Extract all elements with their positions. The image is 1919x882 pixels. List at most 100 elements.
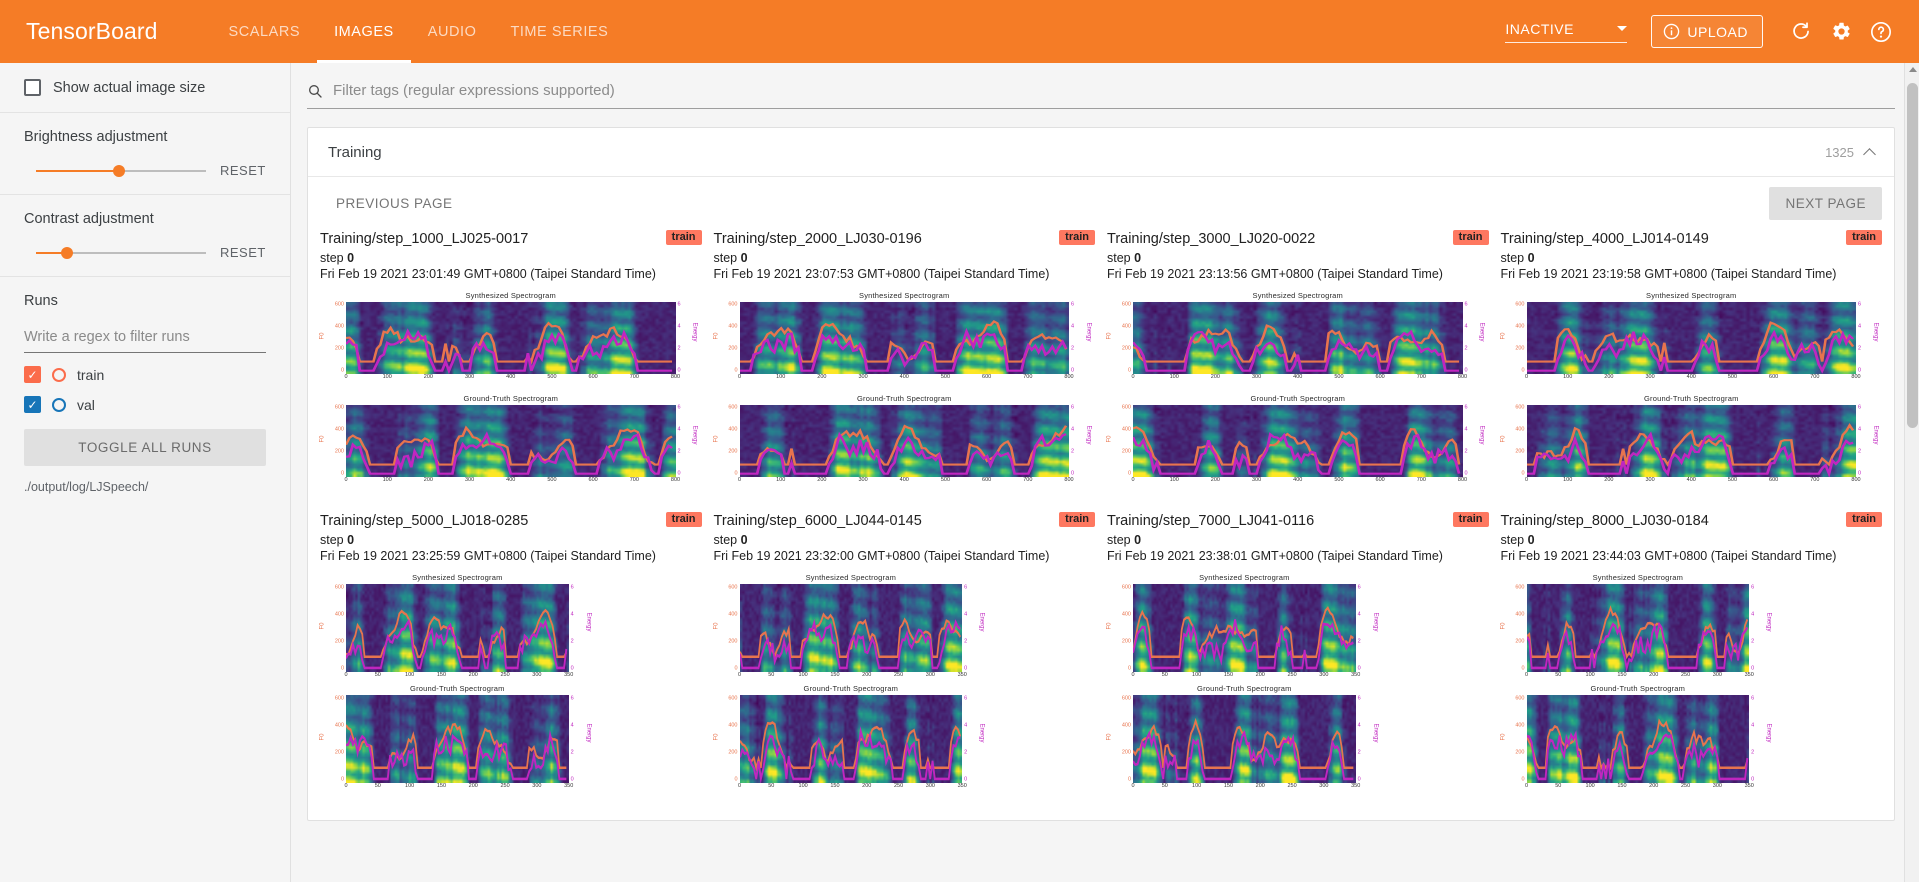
time-tick-label: 200 — [817, 374, 827, 381]
run-checkbox-val[interactable]: ✓ — [24, 396, 41, 413]
tag-filter-bar — [291, 63, 1919, 119]
spectrogram-figure: Synthesized Spectrogram F0 0 200 400 600 0 2 4 6 E… — [1500, 573, 1776, 683]
figure-title: Ground-Truth Spectrogram — [1590, 684, 1686, 694]
f0-axis: F0 0 200 400 600 — [713, 404, 740, 477]
time-tick-label: 250 — [893, 783, 904, 790]
vertical-scrollbar[interactable] — [1904, 63, 1919, 882]
time-axis: 0 100 200 300 400 500 600 700 800 — [714, 374, 1096, 385]
energy-tick-label: 6 — [677, 404, 681, 411]
energy-axis: 0 2 4 6 Energy — [1069, 405, 1095, 477]
f0-contour-line — [739, 320, 1067, 363]
time-tick-label: 100 — [1169, 477, 1179, 484]
chevron-up-icon[interactable] — [1863, 148, 1876, 161]
run-badge: train — [1452, 230, 1489, 245]
f0-tick-label: 200 — [1515, 345, 1525, 352]
run-state-dropdown[interactable]: INACTIVE — [1505, 21, 1628, 43]
next-page-button[interactable]: NEXT PAGE — [1769, 187, 1882, 220]
nav-tab-images[interactable]: IMAGES — [317, 0, 411, 63]
f0-tick-label: 600 — [334, 695, 344, 702]
image-card-title: Training/step_8000_LJ030-0184 — [1500, 513, 1709, 530]
time-tick-label: 400 — [506, 374, 516, 381]
image-pair[interactable]: Synthesized Spectrogram F0 0 200 400 600 0 2 4 6 E… — [1500, 291, 1883, 488]
f0-tick-label: 200 — [1121, 748, 1131, 755]
tag-group-header[interactable]: Training 1325 — [308, 128, 1894, 177]
time-tick-label: 50 — [1161, 672, 1168, 679]
run-row-val[interactable]: ✓ val — [24, 396, 266, 413]
energy-tick-label: 2 — [570, 748, 574, 755]
time-tick-label: 600 — [982, 374, 992, 381]
top-app-bar: TensorBoard SCALARS IMAGES AUDIO TIME SERIE… — [0, 0, 1919, 63]
image-card[interactable]: Training/step_8000_LJ030-0184 train step 0… — [1495, 506, 1889, 812]
contour-overlay — [1526, 321, 1854, 374]
toggle-all-runs-button[interactable]: TOGGLE ALL RUNS — [24, 429, 266, 466]
spectrogram-heatmap — [346, 695, 569, 784]
image-card[interactable]: Training/step_1000_LJ025-0017 train step 0… — [314, 224, 708, 506]
image-card[interactable]: Training/step_2000_LJ030-0196 train step 0… — [708, 224, 1102, 506]
spectrogram-figure: Synthesized Spectrogram F0 0 200 400 600 0 2 4 6 E… — [320, 291, 702, 385]
time-tick-label: 200 — [1210, 477, 1220, 484]
contrast-reset-button[interactable]: RESET — [220, 245, 266, 260]
previous-page-button[interactable]: PREVIOUS PAGE — [320, 187, 469, 220]
image-pair[interactable]: Synthesized Spectrogram F0 0 200 400 600 0 2 4 6 E… — [1107, 573, 1489, 794]
contour-overlay — [1133, 606, 1354, 670]
tag-filter-input[interactable] — [331, 81, 1895, 100]
run-badge: train — [1452, 512, 1489, 528]
energy-contour-line — [1133, 730, 1354, 781]
energy-axis: 0 2 4 6 Energy — [962, 695, 988, 783]
spectrogram-heatmap — [346, 302, 676, 375]
energy-axis-label: Energy — [1478, 425, 1485, 445]
spectrogram-heatmap — [1133, 302, 1463, 375]
image-pair[interactable]: Synthesized Spectrogram F0 0 200 400 600 0 2 4 6 E… — [1500, 573, 1883, 794]
image-pair[interactable]: Synthesized Spectrogram F0 0 200 400 600 0 2 4 6 E… — [713, 291, 1096, 488]
time-tick-label: 100 — [776, 374, 786, 381]
image-card[interactable]: Training/step_6000_LJ044-0145 train step 0… — [708, 506, 1102, 812]
timestamp: Fri Feb 19 2021 23:01:49 GMT+0800 (Taipe… — [320, 267, 656, 282]
f0-tick-label: 0 — [340, 775, 344, 782]
settings-button[interactable] — [1821, 12, 1861, 52]
time-tick-label: 50 — [1161, 783, 1168, 790]
time-tick-label: 200 — [862, 783, 872, 790]
time-tick-label: 300 — [1712, 672, 1722, 679]
image-pair[interactable]: Synthesized Spectrogram F0 0 200 400 600 0 2 4 6 E… — [713, 573, 1096, 794]
contrast-slider[interactable] — [36, 246, 206, 259]
refresh-button[interactable] — [1781, 12, 1821, 52]
energy-tick-label: 0 — [570, 775, 574, 782]
time-tick-label: 300 — [532, 783, 542, 790]
upload-button[interactable]: UPLOAD — [1651, 15, 1763, 48]
run-badge: train — [1059, 512, 1095, 528]
spectrogram-heatmap — [1133, 584, 1356, 673]
brightness-slider[interactable] — [36, 164, 206, 177]
image-pair[interactable]: Synthesized Spectrogram F0 0 200 400 600 0 2 4 6 E… — [1107, 291, 1489, 488]
image-card[interactable]: Training/step_5000_LJ018-0285 train step 0… — [314, 506, 708, 812]
help-button[interactable] — [1861, 12, 1901, 52]
pagination-controls: PREVIOUS PAGE NEXT PAGE — [308, 177, 1894, 224]
energy-contour-line — [1133, 329, 1460, 372]
image-pair[interactable]: Synthesized Spectrogram F0 0 200 400 600 0 2 4 6 E… — [320, 573, 702, 794]
time-tick-label: 400 — [506, 477, 516, 484]
nav-tab-audio[interactable]: AUDIO — [411, 0, 494, 63]
run-checkbox-train[interactable]: ✓ — [24, 366, 41, 383]
run-row-train[interactable]: ✓ train — [24, 366, 266, 383]
show-actual-image-size-checkbox[interactable]: Show actual image size — [24, 79, 266, 96]
f0-tick-label: 0 — [1521, 775, 1525, 782]
scrollbar-thumb[interactable] — [1907, 83, 1918, 428]
spectrogram-figure: Synthesized Spectrogram F0 0 200 400 600 0 2 4 6 E… — [1500, 291, 1883, 385]
nav-tab-scalars[interactable]: SCALARS — [212, 0, 318, 63]
scroll-up-arrow-icon[interactable] — [1908, 67, 1917, 72]
f0-axis: F0 0 200 400 600 — [320, 302, 346, 374]
spectrogram-figure: Synthesized Spectrogram F0 0 200 400 600 0 2 4 6 E… — [1107, 291, 1489, 385]
f0-tick-label: 600 — [728, 404, 738, 411]
spectrogram-figure: Synthesized Spectrogram F0 0 200 400 600 0 2 4 6 E… — [1107, 573, 1382, 683]
f0-tick-label: 200 — [728, 748, 738, 755]
image-card[interactable]: Training/step_3000_LJ020-0022 train step 0… — [1101, 224, 1495, 506]
time-tick-label: 200 — [1649, 783, 1659, 790]
time-tick-label: 100 — [1563, 477, 1573, 484]
image-card[interactable]: Training/step_7000_LJ041-0116 train step 0… — [1101, 506, 1495, 812]
time-tick-label: 0 — [1524, 374, 1529, 381]
time-tick-label: 100 — [776, 477, 786, 484]
nav-tab-time-series[interactable]: TIME SERIES — [493, 0, 625, 63]
image-card[interactable]: Training/step_4000_LJ014-0149 train step 0… — [1495, 224, 1889, 506]
brightness-reset-button[interactable]: RESET — [220, 163, 266, 178]
runs-filter-input[interactable] — [24, 327, 266, 353]
image-pair[interactable]: Synthesized Spectrogram F0 0 200 400 600 0 2 4 6 E… — [320, 291, 702, 488]
